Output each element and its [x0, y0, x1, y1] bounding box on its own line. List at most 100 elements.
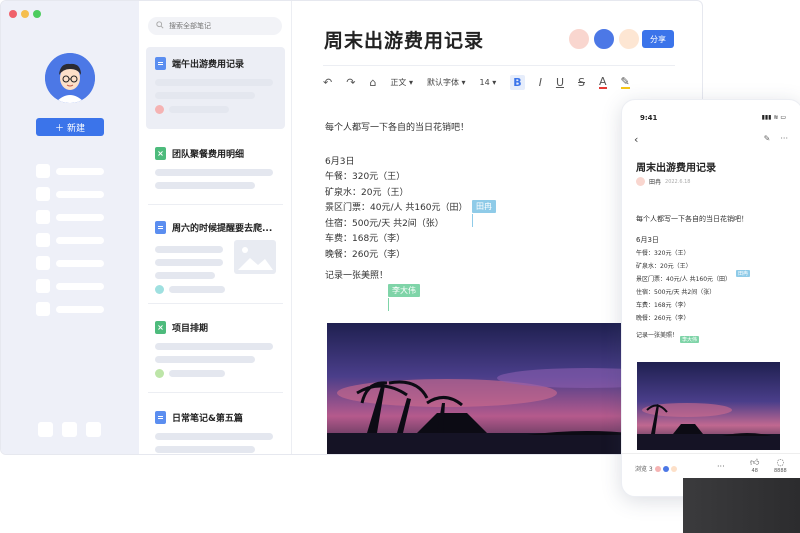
italic-icon[interactable]: I: [539, 76, 542, 89]
sidebar-nav-item[interactable]: [36, 279, 104, 293]
edit-icon[interactable]: ✎: [764, 134, 771, 143]
note-title: 团队聚餐费用明细: [172, 150, 245, 160]
sheet-icon: ×: [155, 147, 166, 160]
paragraph-style-select[interactable]: 正文 ▾: [390, 77, 413, 88]
date-heading: 6月3日: [325, 156, 355, 167]
decorative-dark-block: [683, 478, 800, 533]
sidebar-nav-item[interactable]: [36, 210, 104, 224]
note-card-active[interactable]: 端午出游费用记录: [146, 47, 285, 129]
sheet-icon: ×: [155, 321, 166, 334]
zoom-window-button[interactable]: [33, 10, 41, 18]
thumbnail-image-icon: [234, 240, 276, 274]
collaborator-avatar[interactable]: [593, 28, 615, 50]
mobile-doc-body: 每个人都写一下各自的当日花销吧！ 6月3日 午餐：320元（王） 矿泉水：20元…: [636, 213, 748, 342]
expense-line: 景区门票：40元/人 共160元（田）: [636, 276, 732, 283]
sidebar-nav-item[interactable]: [36, 164, 104, 178]
settings-icon[interactable]: [38, 422, 53, 437]
sidebar: ＋ 新建: [1, 1, 139, 454]
format-painter-icon[interactable]: ⌂: [369, 76, 376, 89]
intro-text: 每个人都写一下各自的当日花销吧！: [636, 215, 748, 223]
bold-icon[interactable]: B: [510, 75, 525, 90]
search-box[interactable]: [148, 17, 282, 35]
photo-caption: 记录一张美照！: [325, 271, 389, 281]
intro-text: 每个人都写一下各自的当日花销吧！: [325, 123, 470, 133]
comment-button[interactable]: ◌ 8888: [774, 458, 787, 474]
signal-battery-icon: ▮▮▮ ≋ ▭: [761, 114, 786, 121]
thumbs-up-icon: 👍︎: [750, 458, 760, 468]
expense-line: 晚餐：260元（李）: [636, 315, 690, 322]
like-button[interactable]: 👍︎ 48: [750, 458, 759, 474]
date-heading: 6月3日: [636, 236, 659, 244]
document-body[interactable]: 每个人都写一下各自的当日花销吧！ 6月3日 午餐：320元（王） 矿泉水：20元…: [325, 121, 469, 285]
new-note-button[interactable]: ＋ 新建: [36, 118, 104, 136]
text-color-icon[interactable]: A: [598, 76, 607, 89]
close-window-button[interactable]: [9, 10, 17, 18]
collaborator-cursor-tag: 田冉: [736, 270, 751, 277]
strikethrough-icon[interactable]: S: [578, 76, 585, 89]
underline-icon[interactable]: U: [556, 76, 564, 89]
note-title: 端午出游费用记录: [172, 60, 245, 70]
document-title[interactable]: 周末出游费用记录: [324, 26, 484, 53]
expense-line: 矿泉水：20元（王）: [636, 263, 692, 270]
highlight-icon[interactable]: ✎: [620, 76, 630, 89]
back-arrow-icon[interactable]: ‹: [634, 133, 638, 146]
author-name: 田冉: [649, 179, 662, 186]
search-icon: [156, 21, 164, 31]
more-icon[interactable]: ···: [780, 134, 788, 143]
doc-icon: [155, 411, 166, 424]
sidebar-nav-item[interactable]: [36, 302, 104, 316]
search-input[interactable]: [169, 22, 269, 30]
expense-line: 住宿：500元/天 共2间（张）: [636, 289, 716, 296]
author-avatar-dot: [155, 105, 164, 114]
doc-icon: [155, 57, 166, 70]
format-toolbar: ↶ ↷ ⌂ 正文 ▾ 默认字体 ▾ 14 ▾ B I U S A ✎: [323, 65, 675, 99]
share-button[interactable]: 分享: [642, 30, 674, 48]
comment-icon: ◌: [776, 458, 785, 468]
note-card[interactable]: 周六的时候提醒要去爬...: [146, 211, 285, 304]
expense-line: 午餐：320元（王）: [636, 250, 690, 257]
sidebar-nav-item[interactable]: [36, 187, 104, 201]
sidebar-bottom-icons: [38, 422, 101, 437]
redo-icon[interactable]: ↷: [346, 76, 355, 89]
font-family-select[interactable]: 默认字体 ▾: [427, 77, 466, 88]
plus-icon: ＋: [54, 123, 64, 134]
help-icon[interactable]: [86, 422, 101, 437]
minimize-window-button[interactable]: [21, 10, 29, 18]
expense-line: 住宿：500元/天 共2间（张）: [325, 218, 444, 229]
note-list: 端午出游费用记录 × 团队聚餐费用明细 周六的时候提醒要去爬...: [139, 1, 292, 454]
viewers[interactable]: 浏览 3: [635, 464, 677, 473]
user-avatar[interactable]: [45, 53, 95, 103]
note-title: 日常笔记&第五篇: [172, 414, 243, 424]
expense-line: 午餐：320元（王）: [325, 172, 406, 182]
doc-date: 2022.6.18: [665, 178, 691, 185]
desktop-app-window: ＋ 新建 端午出游费用记录 × 团队聚餐费用明细: [0, 0, 703, 455]
doc-icon: [155, 221, 166, 234]
note-card[interactable]: × 项目排期: [146, 311, 285, 388]
note-card[interactable]: 日常笔记&第五篇: [146, 401, 285, 454]
more-icon[interactable]: ···: [717, 462, 725, 471]
status-time: 9:41: [640, 114, 658, 122]
author-avatar: [636, 177, 645, 186]
collaborator-avatar[interactable]: [618, 28, 640, 50]
expense-line: 晚餐：260元（李）: [325, 249, 406, 260]
window-controls: [9, 10, 41, 18]
collaborator-cursor-tag: 李大伟: [388, 284, 420, 297]
sidebar-nav-item[interactable]: [36, 233, 104, 247]
note-title: 项目排期: [172, 324, 209, 334]
author-avatar-dot: [155, 369, 164, 378]
collaborator-cursor-tag: 李大伟: [680, 336, 700, 343]
mobile-author-row: 田冉 2022.6.18: [636, 177, 690, 186]
mobile-sunset-photo[interactable]: [637, 362, 780, 450]
note-card[interactable]: × 团队聚餐费用明细: [146, 137, 285, 199]
collaborator-cursor-tag: 田冉: [472, 200, 496, 213]
undo-icon[interactable]: ↶: [323, 76, 332, 89]
collaborator-avatar[interactable]: [568, 28, 590, 50]
sidebar-nav-item[interactable]: [36, 256, 104, 270]
mobile-preview: 9:41 ▮▮▮ ≋ ▭ ‹ ✎ ··· 周末出游费用记录 田冉 2022.6.…: [621, 99, 800, 497]
font-size-select[interactable]: 14 ▾: [480, 78, 497, 87]
trash-icon[interactable]: [62, 422, 77, 437]
expense-line: 矿泉水：20元（王）: [325, 187, 409, 198]
expense-line: 景区门票：40元/人 共160元（田）: [325, 203, 468, 213]
expense-line: 车费：168元（李）: [325, 234, 406, 244]
collaborator-avatars: [568, 28, 640, 50]
